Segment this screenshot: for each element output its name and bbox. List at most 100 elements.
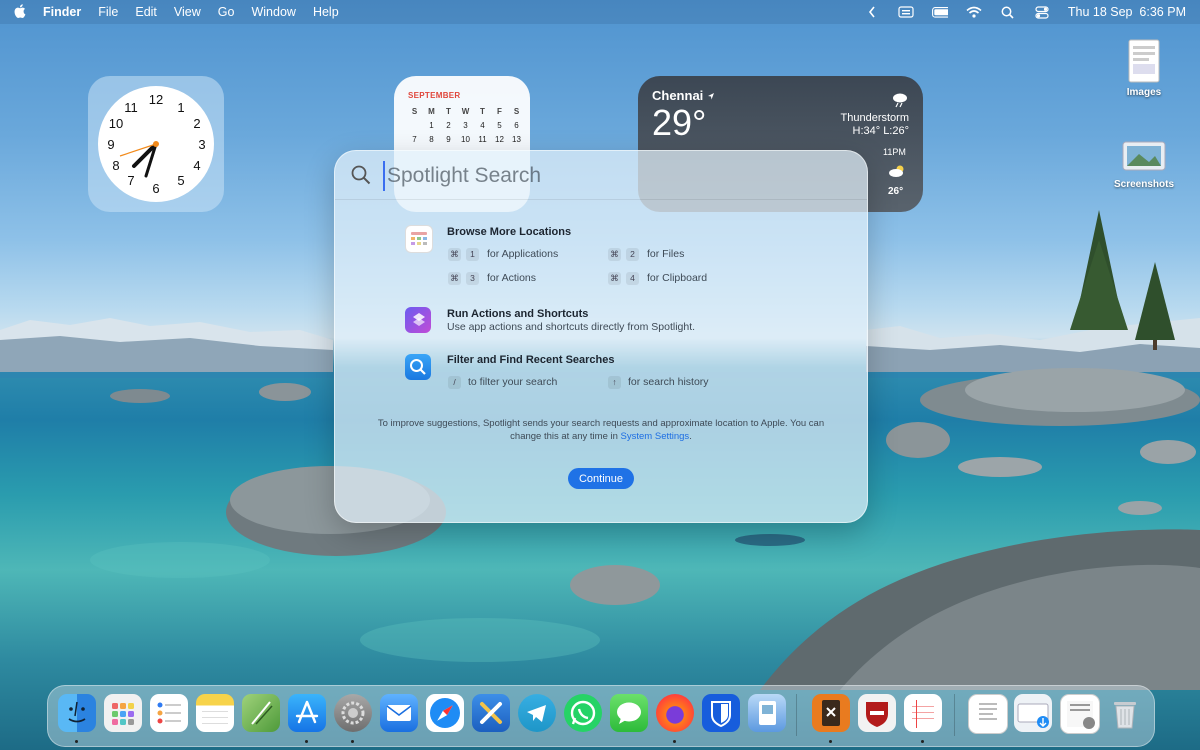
menu-help[interactable]: Help <box>313 5 339 19</box>
weather-hour-temp: 26° <box>888 186 904 197</box>
filter-search-hint: to filter your search <box>468 376 558 388</box>
menu-go[interactable]: Go <box>218 5 235 19</box>
keka-icon[interactable] <box>812 694 850 732</box>
reminders-icon[interactable] <box>150 694 188 732</box>
launchpad-grid-icon <box>405 225 433 253</box>
menu-window[interactable]: Window <box>251 5 295 19</box>
control-center-icon[interactable] <box>1034 5 1050 19</box>
notes-icon[interactable] <box>196 694 234 732</box>
svg-text:6: 6 <box>152 181 159 196</box>
svg-text:12: 12 <box>149 92 163 107</box>
files-stack-icon[interactable] <box>1060 694 1100 734</box>
shortcuts-icon <box>405 307 431 333</box>
document-icon <box>1128 39 1160 83</box>
svg-text:11: 11 <box>124 100 138 115</box>
running-indicator <box>673 740 676 743</box>
privacy-notice: To improve suggestions, Spotlight sends … <box>377 418 825 442</box>
document-stack-icon[interactable] <box>968 694 1008 734</box>
svg-text:9: 9 <box>107 137 114 152</box>
shortcut-clipboard[interactable]: for Clipboard <box>647 272 707 284</box>
running-indicator <box>829 740 832 743</box>
app-name-menu[interactable]: Finder <box>43 5 81 19</box>
chevron-left-icon[interactable] <box>864 5 880 19</box>
finder-icon[interactable] <box>58 694 96 732</box>
keyboard-icon[interactable] <box>898 5 914 19</box>
key-4: 4 <box>626 272 639 285</box>
weather-hour-label: 11PM <box>883 147 906 157</box>
cmd-key: ⌘ <box>448 248 461 261</box>
dock-separator <box>954 694 955 736</box>
running-indicator <box>921 740 924 743</box>
adblock-shield-icon[interactable] <box>858 694 896 732</box>
app-store-icon[interactable] <box>288 694 326 732</box>
downloads-stack-icon[interactable] <box>1014 694 1052 732</box>
thunderstorm-icon <box>891 92 909 113</box>
browse-title: Browse More Locations <box>447 226 572 238</box>
shortcut-actions[interactable]: for Actions <box>487 272 536 284</box>
trash-icon[interactable] <box>1106 694 1144 732</box>
up-arrow-key: ↑ <box>608 376 621 389</box>
script-editor-icon[interactable] <box>242 694 280 732</box>
weather-temperature: 29° <box>652 102 707 143</box>
desktop-icon-images[interactable]: Images <box>1104 38 1184 98</box>
actions-subtitle: Use app actions and shortcuts directly f… <box>447 321 696 333</box>
svg-text:4: 4 <box>193 158 200 173</box>
desktop-icon-label: Images <box>1126 87 1162 98</box>
calendar-grid: S M T W T F S 1 2 3 4 5 6 7 8 9 10 11 12… <box>411 107 521 144</box>
weather-city: Chennai <box>652 88 715 103</box>
spotlight-magnifier-icon <box>405 354 431 380</box>
running-indicator <box>305 740 308 743</box>
slash-key: / <box>448 376 461 389</box>
menu-edit[interactable]: Edit <box>135 5 157 19</box>
running-indicator <box>75 740 78 743</box>
svg-text:7: 7 <box>127 173 134 188</box>
firefox-icon[interactable] <box>656 694 694 732</box>
battery-icon[interactable] <box>931 5 948 19</box>
cmd-key: ⌘ <box>608 248 621 261</box>
wifi-icon[interactable] <box>966 5 982 19</box>
spotlight-search-bar <box>335 151 867 200</box>
partly-cloudy-icon <box>888 164 906 183</box>
desktop-icon-screenshots[interactable]: Screenshots <box>1104 136 1184 190</box>
key-3: 3 <box>466 272 479 285</box>
svg-text:10: 10 <box>109 116 123 131</box>
system-settings-icon[interactable] <box>334 694 372 732</box>
search-icon <box>351 165 371 190</box>
shortcut-files[interactable]: for Files <box>647 248 684 260</box>
svg-text:5: 5 <box>177 173 184 188</box>
mail-icon[interactable] <box>380 694 418 732</box>
launchpad-icon[interactable] <box>104 694 142 732</box>
system-settings-link[interactable]: System Settings <box>621 431 690 442</box>
filter-title: Filter and Find Recent Searches <box>447 354 615 366</box>
preview-icon[interactable] <box>748 694 786 732</box>
menubar-clock[interactable]: Thu 18 Sep 6:36 PM <box>1068 5 1186 19</box>
apple-menu-icon[interactable] <box>14 3 26 21</box>
location-arrow-icon <box>707 93 714 100</box>
notebook-icon[interactable] <box>904 694 942 732</box>
bitwarden-icon[interactable] <box>702 694 740 732</box>
svg-text:2: 2 <box>193 116 200 131</box>
messages-icon[interactable] <box>610 694 648 732</box>
shortcut-applications[interactable]: for Applications <box>487 248 558 260</box>
calendar-month: SEPTEMBER <box>408 91 461 100</box>
running-indicator <box>351 740 354 743</box>
telegram-icon[interactable] <box>518 694 556 732</box>
clock-face: 12 1 2 3 4 5 6 7 8 9 10 11 <box>98 86 214 202</box>
svg-text:3: 3 <box>198 137 205 152</box>
spotlight-search-input[interactable] <box>383 161 849 191</box>
whatsapp-icon[interactable] <box>564 694 602 732</box>
svg-text:1: 1 <box>177 100 184 115</box>
clock-numbers: 12 1 2 3 4 5 6 7 8 9 10 11 <box>107 92 205 196</box>
cmd-key: ⌘ <box>448 272 461 285</box>
spotlight-panel: Browse More Locations ⌘ 1 for Applicatio… <box>334 150 868 523</box>
key-2: 2 <box>626 248 639 261</box>
safari-icon[interactable] <box>426 694 464 732</box>
developer-tools-icon[interactable] <box>472 694 510 732</box>
menu-file[interactable]: File <box>98 5 118 19</box>
dock-separator <box>796 694 797 736</box>
image-folder-icon <box>1122 141 1166 171</box>
menu-view[interactable]: View <box>174 5 201 19</box>
clock-widget[interactable]: 12 1 2 3 4 5 6 7 8 9 10 11 <box>88 76 224 212</box>
search-icon[interactable] <box>1000 5 1016 19</box>
continue-button[interactable]: Continue <box>568 468 634 489</box>
